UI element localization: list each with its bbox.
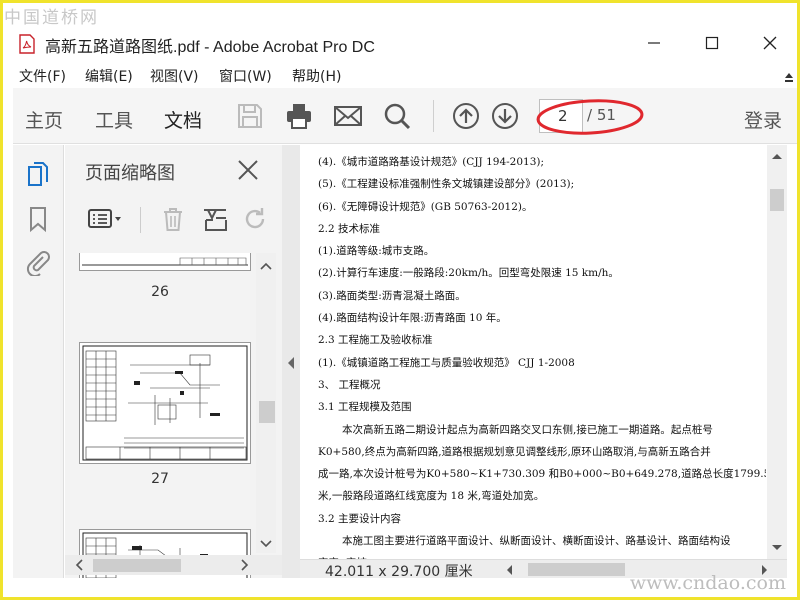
maximize-button[interactable] [689, 28, 735, 58]
close-icon[interactable] [237, 159, 259, 181]
document-line: K0+580,终点为高新四路,道路根据规划意见调整线形,原环山路取消,与高新五路… [318, 445, 711, 458]
menu-bar: 文件(F) 编辑(E) 视图(V) 窗口(W) 帮助(H) [3, 62, 797, 88]
menu-edit[interactable]: 编辑(E) [85, 66, 133, 86]
tab-home[interactable]: 主页 [25, 106, 63, 133]
thumbnail-options-icon[interactable] [87, 205, 125, 233]
bookmarks-icon[interactable] [25, 205, 51, 233]
pdf-file-icon [19, 34, 35, 54]
menu-window[interactable]: 窗口(W) [219, 66, 272, 86]
thumbnail-list: 26 27 [65, 253, 255, 578]
scroll-left-icon[interactable] [503, 562, 517, 577]
next-page-icon[interactable] [490, 101, 520, 131]
menu-scroll-up-icon[interactable] [784, 70, 794, 84]
thumbnail-page-26[interactable] [79, 253, 251, 271]
crop-page-icon[interactable] [201, 205, 229, 233]
document-vertical-scrollbar[interactable] [767, 145, 787, 559]
thumbnail-label: 26 [151, 284, 169, 300]
document-line: 2.3 工程施工及验收标准 [318, 334, 433, 347]
previous-page-icon[interactable] [451, 101, 481, 131]
minimize-icon [648, 42, 660, 44]
thumbnail-vertical-scrollbar[interactable] [256, 253, 276, 553]
document-line: 成一路,本次设计桩号为K0+580~K1+730.309 和B0+000~B0+… [318, 468, 766, 481]
document-line: 米,一般路段道路红线宽度为 18 米,弯道处加宽。 [318, 490, 545, 503]
document-line: 本施工图主要进行道路平面设计、纵断面设计、横断面设计、路基设计、路面结构设 [342, 535, 731, 548]
panel-toolbar-separator [140, 207, 141, 233]
scroll-up-icon[interactable] [767, 149, 787, 163]
minimize-button[interactable] [631, 28, 677, 58]
toolbar-separator [433, 100, 434, 132]
document-line: 3.1 工程规模及范围 [318, 401, 412, 414]
scrollbar-thumb[interactable] [259, 401, 275, 423]
document-line: (5).《工程建设标准强制性条文城镇建设部分》(2013); [318, 178, 575, 191]
login-button[interactable]: 登录 [744, 106, 782, 133]
menu-help[interactable]: 帮助(H) [292, 66, 341, 86]
menu-file[interactable]: 文件(F) [19, 66, 66, 86]
close-window-button[interactable] [747, 28, 793, 58]
title-bar: 高新五路道路图纸.pdf - Adobe Acrobat Pro DC [3, 24, 797, 62]
scrollbar-thumb[interactable] [770, 189, 784, 211]
document-line: (4).《城市道路路基设计规范》(CJJ 194-2013); [318, 156, 545, 168]
thumbnail-panel: 页面缩略图 26 27 [65, 145, 282, 578]
document-line: (4).路面结构设计年限:沥青路面 10 年。 [318, 312, 507, 325]
email-icon[interactable] [333, 101, 363, 131]
document-line: (1).道路等级:城市支路。 [318, 245, 435, 258]
navigation-rail [13, 145, 64, 578]
document-line: 本次高新五路二期设计起点为高新四路交叉口东侧,接已施工一期道路。起点桩号 [342, 423, 713, 436]
document-line: (6).《无障碍设计规范》(GB 50763-2012)。 [318, 200, 533, 213]
page-text: (4).《城市道路路基设计规范》(CJJ 194-2013); (5).《工程建设… [318, 151, 766, 559]
menu-view[interactable]: 视图(V) [150, 66, 199, 86]
highlight-annotation [536, 99, 644, 135]
document-viewer[interactable]: (4).《城市道路路基设计规范》(CJJ 194-2013); (5).《工程建设… [300, 145, 767, 559]
thumbnail-page-27[interactable] [79, 342, 251, 464]
page-thumbnails-icon[interactable] [25, 161, 51, 189]
watermark-url: www.cndao.com [629, 572, 786, 594]
scroll-up-icon[interactable] [256, 259, 276, 273]
thumbnail-horizontal-scrollbar[interactable] [65, 555, 282, 575]
scrollbar-thumb[interactable] [528, 563, 625, 576]
panel-toolbar [65, 197, 282, 241]
tab-tools[interactable]: 工具 [95, 106, 133, 133]
save-icon[interactable] [235, 101, 265, 131]
scroll-right-icon[interactable] [237, 555, 251, 575]
document-line: (1).《城镇道路工程施工与质量验收规范》 CJJ 1-2008 [318, 356, 575, 369]
document-line: 3.2 主要设计内容 [318, 512, 402, 525]
rotate-page-icon[interactable] [241, 205, 269, 233]
panel-splitter[interactable] [282, 145, 300, 578]
scroll-down-icon[interactable] [767, 541, 787, 555]
document-line: 3、 工程概况 [318, 378, 381, 391]
document-line: (3).路面类型:沥青混凝土路面。 [318, 289, 466, 302]
document-line: 2.2 技术标准 [318, 222, 381, 235]
window-title: 高新五路道路图纸.pdf - Adobe Acrobat Pro DC [45, 39, 375, 56]
maximize-icon [705, 36, 719, 50]
delete-page-icon[interactable] [159, 205, 187, 233]
document-line: (2).计算行车速度:一般路段:20km/h。回型弯处限速 15 km/h。 [318, 267, 619, 280]
print-icon[interactable] [284, 101, 314, 131]
document-line: 审定: 审核: [318, 552, 766, 559]
scrollbar-thumb[interactable] [93, 559, 181, 572]
tab-document[interactable]: 文档 [164, 106, 202, 133]
attachments-icon[interactable] [25, 248, 51, 278]
panel-title: 页面缩略图 [85, 163, 175, 184]
scroll-left-icon[interactable] [73, 555, 87, 575]
watermark-logo-top: 中国道桥网 [4, 8, 99, 28]
scroll-down-icon[interactable] [256, 537, 276, 551]
close-icon [763, 36, 777, 50]
main-toolbar: 主页 工具 文档 2 / 51 登录 [13, 88, 800, 144]
search-icon[interactable] [382, 101, 412, 131]
thumbnail-label: 27 [151, 471, 169, 487]
